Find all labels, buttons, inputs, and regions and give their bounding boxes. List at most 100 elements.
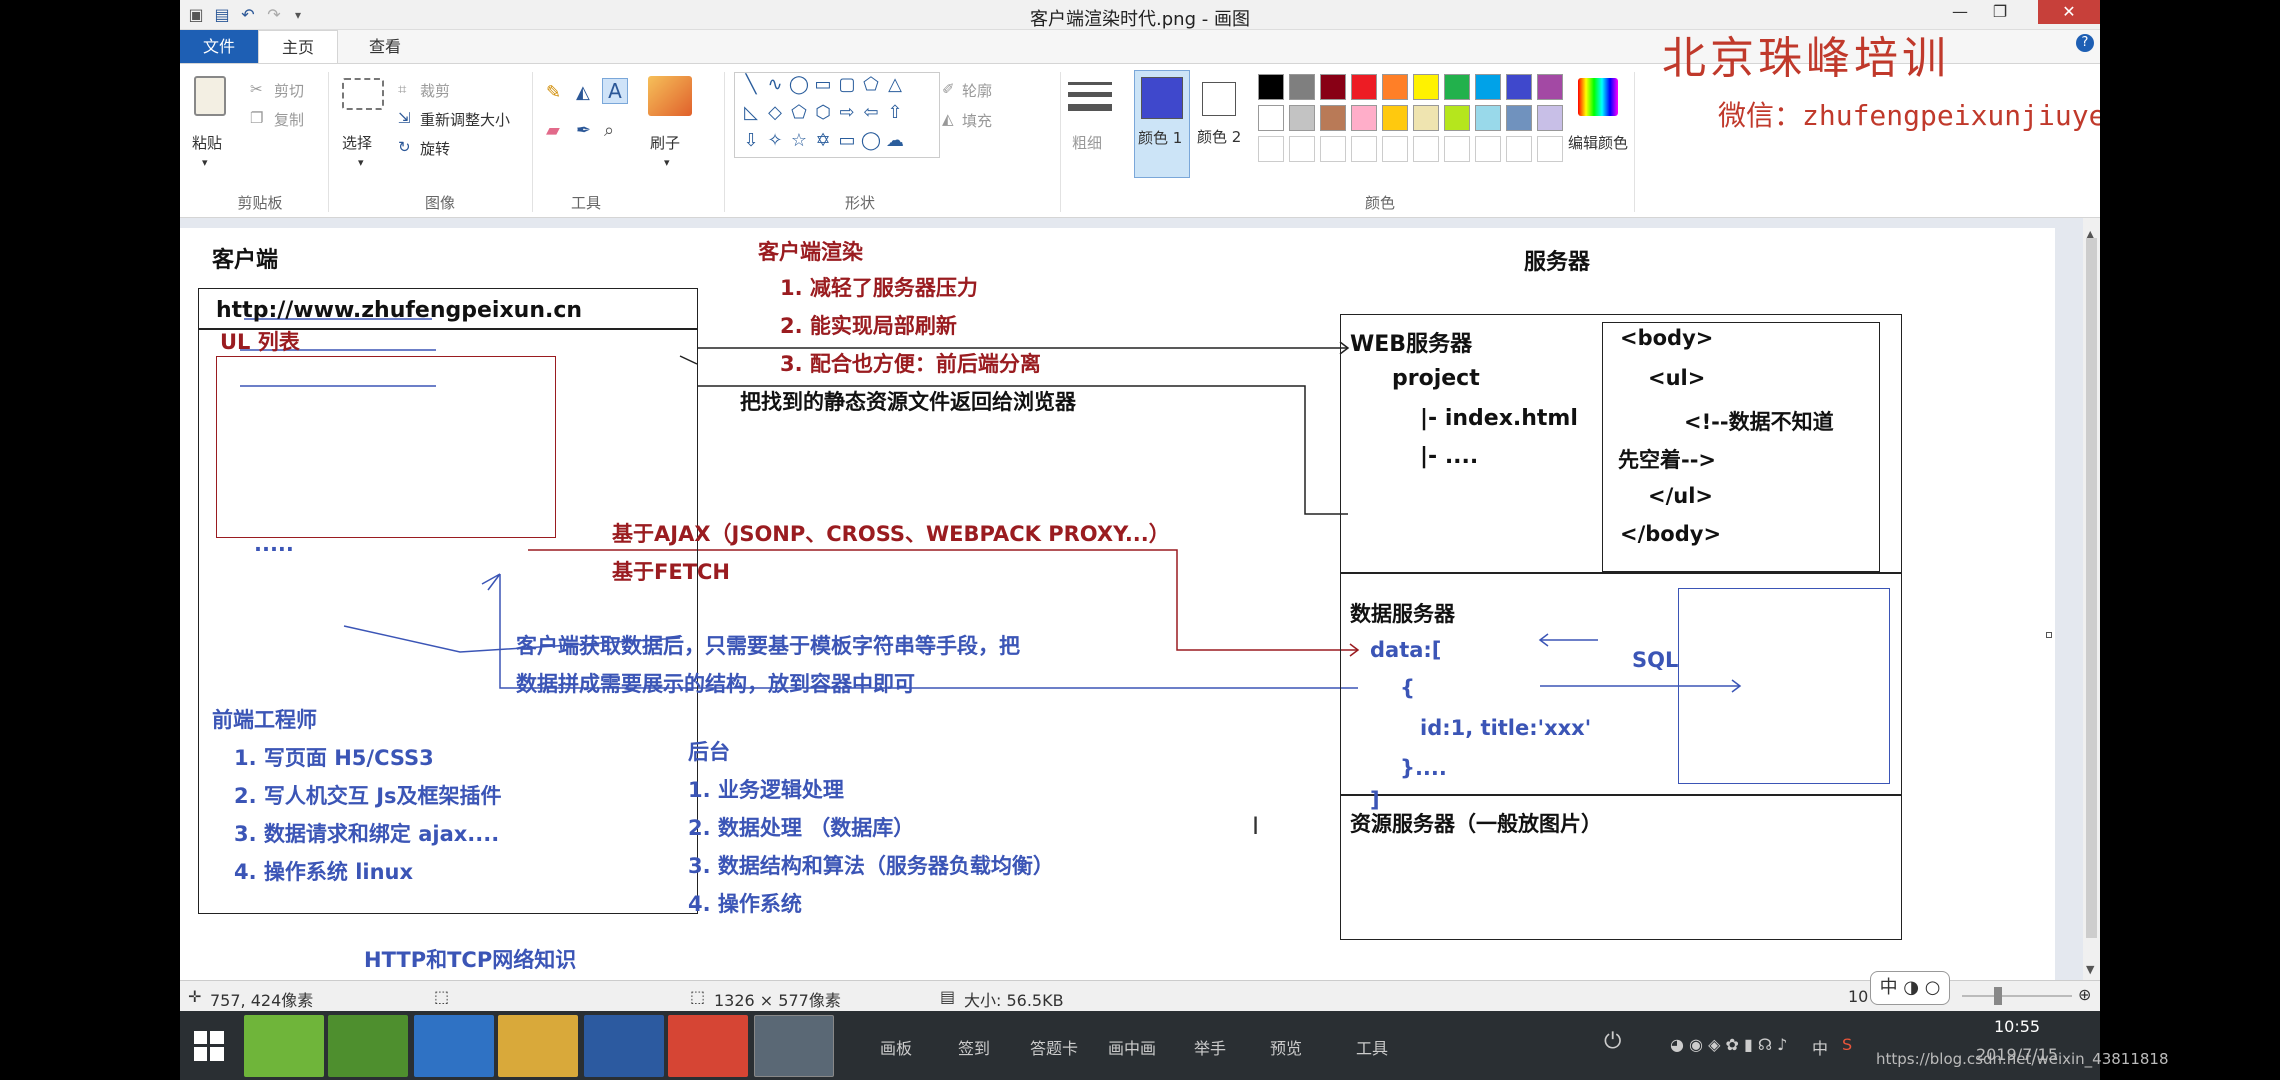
palette-color-swatch[interactable] — [1444, 105, 1470, 131]
color1-selector[interactable]: 颜色 1 — [1134, 70, 1190, 178]
hexagon-shape-icon[interactable]: ⬡ — [811, 101, 835, 125]
eraser-icon[interactable]: ▰ — [546, 120, 560, 141]
left-arrow-shape-icon[interactable]: ⇦ — [859, 101, 883, 125]
size-line-icon[interactable] — [1068, 82, 1112, 85]
close-button[interactable]: ✕ — [2038, 0, 2100, 24]
taskbar-item[interactable]: 画中画 — [1108, 1035, 1156, 1059]
fill-bucket-icon[interactable]: ◭ — [576, 82, 590, 103]
wechat-app-icon[interactable] — [244, 1015, 324, 1077]
resize-icon[interactable]: ⇲ — [398, 109, 411, 127]
palette-color-swatch[interactable] — [1537, 105, 1563, 131]
copy-button[interactable]: 复制 — [274, 109, 304, 130]
resize-button[interactable]: 重新调整大小 — [420, 109, 510, 130]
edit-colors-icon[interactable] — [1578, 78, 1618, 116]
zoom-slider-track[interactable] — [1962, 995, 2072, 997]
scroll-thumb[interactable] — [2086, 238, 2097, 938]
video-app-icon[interactable] — [414, 1015, 494, 1077]
palette-color-swatch[interactable] — [1382, 74, 1408, 100]
six-point-star-icon[interactable]: ✡ — [811, 129, 835, 153]
down-arrow-shape-icon[interactable]: ⇩ — [739, 129, 763, 153]
paint-app-icon[interactable] — [754, 1015, 834, 1077]
palette-color-swatch[interactable] — [1506, 105, 1532, 131]
taskbar-item[interactable]: 预览 — [1270, 1035, 1302, 1059]
taskbar-item[interactable]: 举手 — [1194, 1035, 1226, 1059]
ime-mode[interactable]: 中 — [1880, 977, 1898, 998]
cut-button[interactable]: 剪切 — [274, 80, 304, 101]
taskbar-item[interactable]: 工具 — [1356, 1035, 1388, 1059]
tab-view[interactable]: 查看 — [345, 30, 425, 63]
palette-color-swatch[interactable] — [1475, 105, 1501, 131]
edit-colors-button[interactable]: 编辑颜色 — [1568, 132, 1628, 153]
wps-app-icon[interactable] — [584, 1015, 664, 1077]
size-line-icon[interactable] — [1068, 104, 1112, 111]
tray-icons[interactable]: ◕ ◉ ◈ ✿ ▮ ☊ ♪ — [1670, 1035, 1787, 1054]
palette-color-swatch[interactable] — [1351, 136, 1377, 162]
tab-home[interactable]: 主页 — [258, 30, 338, 63]
drawing-canvas[interactable]: 客户端 http://www.zhufengpeixun.cn UL 列表 ..… — [180, 228, 2055, 980]
outline-icon[interactable]: ✐ — [942, 80, 955, 98]
cut-icon[interactable]: ✂ — [250, 80, 263, 98]
brush-icon[interactable] — [648, 76, 692, 116]
magnifier-icon[interactable]: ⌕ — [604, 120, 614, 141]
triangle-shape-icon[interactable]: △ — [883, 73, 907, 97]
paste-dropdown-icon[interactable]: ▾ — [202, 156, 208, 169]
taskbar-item[interactable]: 画板 — [880, 1035, 912, 1059]
palette-color-swatch[interactable] — [1289, 105, 1315, 131]
pencil-icon[interactable]: ✎ — [546, 82, 561, 103]
palette-color-swatch[interactable] — [1413, 74, 1439, 100]
app-8-icon[interactable] — [328, 1015, 408, 1077]
tab-file[interactable]: 文件 — [180, 30, 258, 63]
paste-button[interactable]: 粘贴 — [192, 132, 222, 153]
palette-color-swatch[interactable] — [1351, 74, 1377, 100]
pentagon-shape-icon[interactable]: ⬠ — [787, 101, 811, 125]
select-button[interactable]: 选择 — [342, 132, 372, 153]
taskbar-item[interactable]: 答题卡 — [1030, 1035, 1078, 1059]
palette-color-swatch[interactable] — [1506, 74, 1532, 100]
diamond-shape-icon[interactable]: ◇ — [763, 101, 787, 125]
palette-color-swatch[interactable] — [1413, 136, 1439, 162]
paste-icon[interactable] — [194, 76, 226, 116]
rotate-icon[interactable]: ↻ — [398, 138, 411, 156]
crop-button[interactable]: 裁剪 — [420, 80, 450, 101]
shapes-gallery[interactable]: ╲ ∿ ◯ ▭ ▢ ⬠ △ ◺ ◇ ⬠ ⬡ ⇨ ⇦ ⇧ ⇩ ✧ ☆ ✡ ▭ ◯ … — [734, 72, 940, 158]
callout-oval-icon[interactable]: ◯ — [859, 129, 883, 153]
palette-color-swatch[interactable] — [1475, 74, 1501, 100]
five-point-star-icon[interactable]: ☆ — [787, 129, 811, 153]
canvas-resize-handle[interactable] — [2046, 632, 2052, 638]
palette-color-swatch[interactable] — [1258, 74, 1284, 100]
maximize-button[interactable]: ❐ — [1980, 0, 2020, 24]
brush-dropdown-icon[interactable]: ▾ — [664, 156, 670, 169]
sogou-icon[interactable]: S — [1842, 1035, 1852, 1054]
file-explorer-icon[interactable] — [498, 1015, 578, 1077]
power-icon[interactable]: ⏻ — [1604, 1029, 1621, 1054]
fill-icon[interactable]: ◭ — [942, 110, 954, 128]
right-arrow-shape-icon[interactable]: ⇨ — [835, 101, 859, 125]
callout-rect-icon[interactable]: ▭ — [835, 129, 859, 153]
select-dropdown-icon[interactable]: ▾ — [358, 156, 364, 169]
palette-color-swatch[interactable] — [1506, 136, 1532, 162]
palette-color-swatch[interactable] — [1320, 74, 1346, 100]
select-icon[interactable] — [342, 78, 384, 110]
palette-color-swatch[interactable] — [1351, 105, 1377, 131]
outline-button[interactable]: 轮廓 — [962, 80, 992, 101]
start-button[interactable] — [194, 1031, 224, 1061]
rectangle-shape-icon[interactable]: ▭ — [811, 73, 835, 97]
zoom-in-icon[interactable]: ⊕ — [2078, 985, 2091, 1004]
minimize-button[interactable]: — — [1940, 0, 1980, 24]
palette-color-swatch[interactable] — [1258, 105, 1284, 131]
palette-color-swatch[interactable] — [1537, 74, 1563, 100]
line-shape-icon[interactable]: ╲ — [739, 73, 763, 97]
palette-color-swatch[interactable] — [1289, 74, 1315, 100]
palette-color-swatch[interactable] — [1475, 136, 1501, 162]
size-line-icon[interactable] — [1068, 92, 1112, 97]
taskbar-item[interactable]: 签到 — [958, 1035, 990, 1059]
vertical-scrollbar[interactable]: ▲ ▼ — [2083, 218, 2100, 980]
palette-color-swatch[interactable] — [1289, 136, 1315, 162]
scroll-down-icon[interactable]: ▼ — [2086, 963, 2094, 976]
palette-color-swatch[interactable] — [1537, 136, 1563, 162]
palette-color-swatch[interactable] — [1382, 105, 1408, 131]
callout-cloud-icon[interactable]: ☁ — [883, 129, 907, 153]
palette-color-swatch[interactable] — [1258, 136, 1284, 162]
palette-color-swatch[interactable] — [1413, 105, 1439, 131]
curve-shape-icon[interactable]: ∿ — [763, 73, 787, 97]
